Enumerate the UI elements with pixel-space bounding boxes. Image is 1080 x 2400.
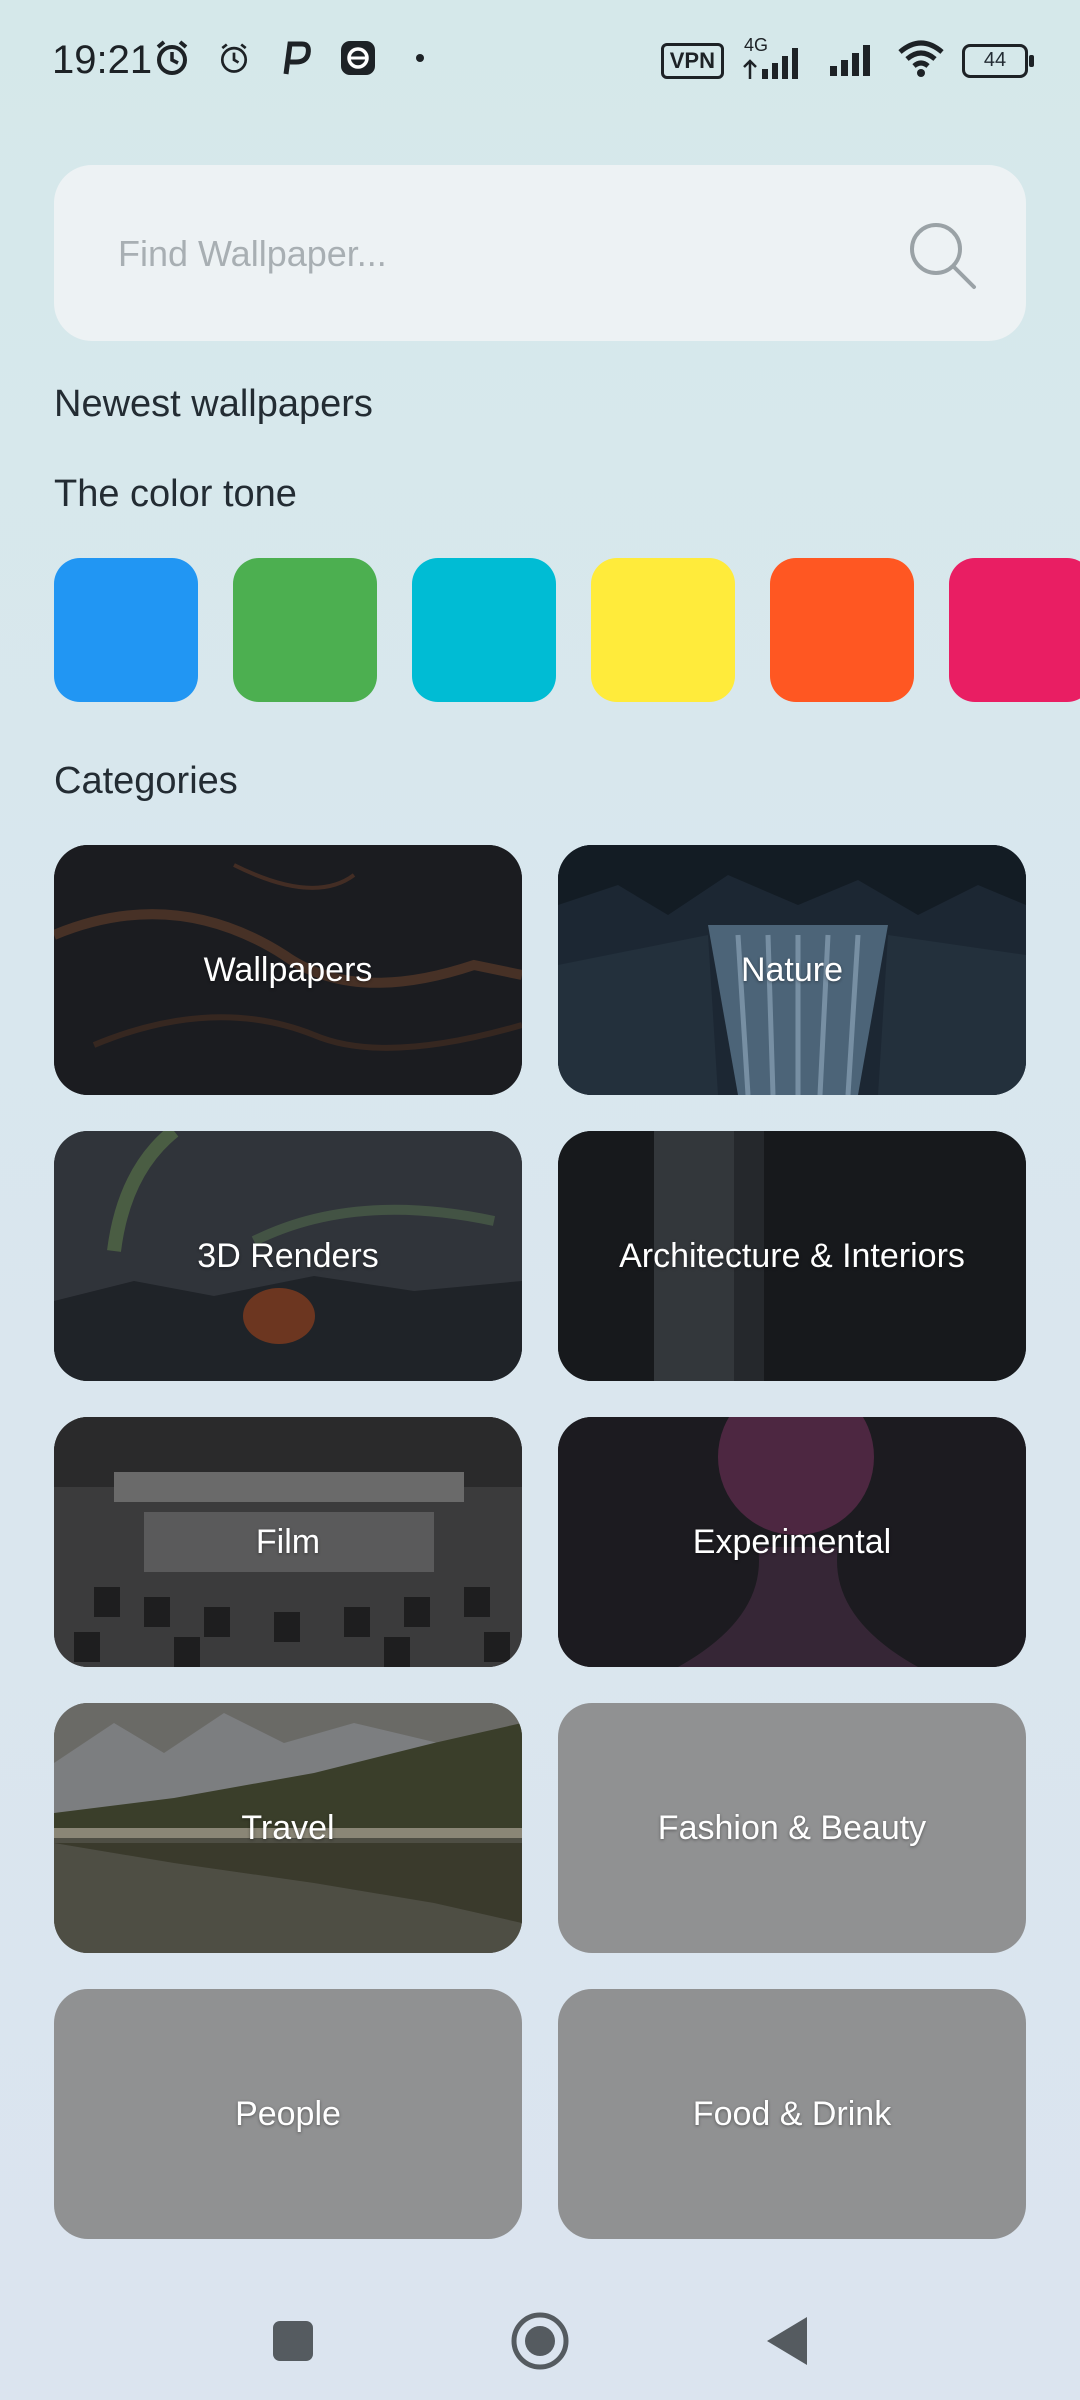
newest-wallpapers-link[interactable]: Newest wallpapers [54,383,373,426]
category-3d-renders[interactable]: 3D Renders [54,1131,522,1381]
category-architecture-interiors[interactable]: Architecture & Interiors [558,1131,1026,1381]
color-tone-list [54,558,1080,702]
category-film[interactable]: Film [54,1417,522,1667]
more-notifications-dot-icon [398,36,442,80]
status-time: 19:21 [52,38,153,82]
parking-app-icon [274,36,318,80]
square-icon [273,2321,313,2361]
category-nature[interactable]: Nature [558,845,1026,1095]
search-input[interactable] [116,225,900,283]
alarm-clock-icon [150,36,194,80]
category-wallpapers[interactable]: Wallpapers [54,845,522,1095]
vpn-badge: VPN [660,42,724,79]
category-label: Food & Drink [692,2094,892,2133]
categories-heading: Categories [54,760,238,802]
category-people[interactable]: People [54,1989,522,2239]
color-swatch-green[interactable] [233,558,377,702]
status-system-icons: VPN 4G 44 [660,35,1034,85]
status-notification-icons [150,36,442,80]
recents-button[interactable] [258,2306,328,2376]
category-travel[interactable]: Travel [54,1703,522,1953]
category-label: Fashion & Beauty [657,1808,927,1847]
signal-icon [826,36,880,85]
system-navigation-bar [0,2280,1080,2400]
color-swatch-pink[interactable] [949,558,1080,702]
category-label: People [235,2094,341,2133]
back-triangle-icon [767,2317,807,2365]
home-button[interactable] [505,2306,575,2376]
alarm-icon [212,36,256,80]
category-label: Experimental [692,1522,892,1561]
category-label: Nature [740,950,844,989]
category-fashion-beauty[interactable]: Fashion & Beauty [558,1703,1026,1953]
category-food-drink[interactable]: Food & Drink [558,1989,1026,2239]
search-bar[interactable] [54,165,1026,341]
category-label: 3D Renders [197,1236,379,1275]
category-label: Architecture & Interiors [619,1236,965,1275]
app-notification-icon [336,36,380,80]
category-label: Travel [241,1808,335,1847]
home-circle-icon [511,2312,569,2370]
color-swatch-orange[interactable] [770,558,914,702]
battery-icon: 44 [962,43,1034,78]
wifi-icon [896,36,946,85]
color-swatch-yellow[interactable] [591,558,735,702]
status-bar: 19:21 VPN 4G 44 [0,0,1080,120]
category-label: Film [255,1522,321,1561]
color-swatch-cyan[interactable] [412,558,556,702]
signal-4g-icon: 4G [740,35,810,83]
category-experimental[interactable]: Experimental [558,1417,1026,1667]
color-tone-heading: The color tone [54,473,297,515]
category-label: Wallpapers [203,950,373,989]
color-swatch-blue[interactable] [54,558,198,702]
search-icon[interactable] [904,217,980,293]
back-button[interactable] [752,2306,822,2376]
